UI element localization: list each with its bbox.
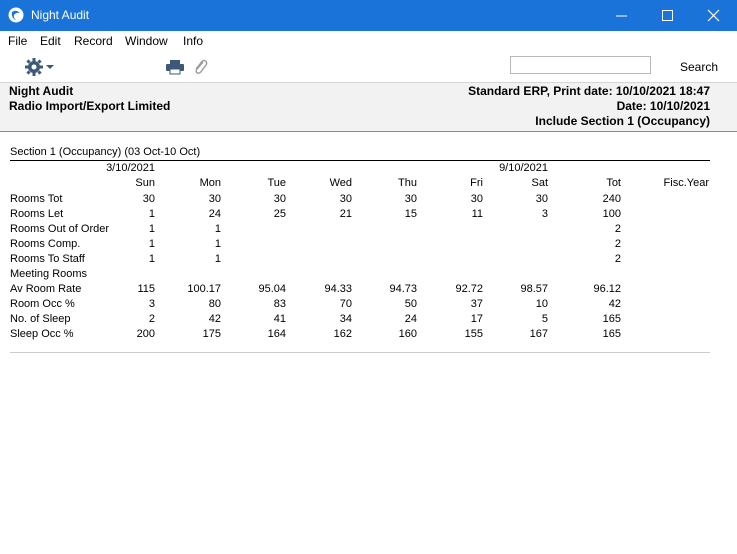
minimize-button[interactable]: [599, 0, 645, 31]
table-cell: 165: [602, 328, 621, 340]
report-end-divider: [10, 352, 710, 353]
report-date: Date: 10/10/2021: [616, 99, 710, 113]
report-name: Night Audit: [9, 84, 74, 98]
menu-record[interactable]: Record: [74, 34, 113, 48]
company-name: Radio Import/Export Limited: [9, 99, 171, 113]
table-cell: 2: [614, 253, 621, 265]
row-label: Meeting Rooms: [10, 268, 88, 280]
search-input[interactable]: [510, 56, 651, 74]
section-divider: [10, 160, 710, 161]
report-body: Section 1 (Occupancy) (03 Oct-10 Oct) 3/…: [0, 133, 737, 554]
table-cell: 96.12: [593, 283, 621, 295]
gear-icon[interactable]: [24, 57, 56, 77]
menu-edit[interactable]: Edit: [40, 34, 61, 48]
close-button[interactable]: [691, 0, 737, 31]
table-cell: 42: [608, 298, 621, 310]
table-cell: 2: [614, 238, 621, 250]
section-title: Section 1 (Occupancy) (03 Oct-10 Oct): [10, 146, 201, 158]
app-logo-icon: [8, 7, 24, 23]
table-cell: 240: [602, 193, 621, 205]
paperclip-icon[interactable]: [192, 58, 208, 76]
maximize-icon: [662, 10, 673, 21]
menu-window[interactable]: Window: [125, 34, 168, 48]
table-cell: 1: [214, 238, 221, 250]
table-cell: 1: [214, 253, 221, 265]
close-icon: [707, 9, 720, 22]
table-cell: 165: [602, 313, 621, 325]
report-section-option: Include Section 1 (Occupancy): [535, 114, 710, 128]
minimize-icon: [616, 15, 627, 17]
menu-file[interactable]: File: [8, 34, 27, 48]
printer-icon[interactable]: [165, 59, 185, 75]
table-cell: 2: [614, 223, 621, 235]
menu-info[interactable]: Info: [183, 34, 203, 48]
title-bar: Night Audit: [0, 0, 737, 31]
column-header: Fisc.Year: [663, 177, 709, 189]
maximize-button[interactable]: [645, 0, 691, 31]
menu-bar: File Edit Record Window Info: [0, 31, 737, 51]
toolbar: Search: [0, 51, 737, 83]
print-date: Standard ERP, Print date: 10/10/2021 18:…: [468, 84, 710, 98]
report-header: Night Audit Radio Import/Export Limited …: [0, 83, 737, 132]
table-cell: 100: [602, 208, 621, 220]
week-label-start: 3/10/2021: [106, 162, 155, 174]
week-label-end: 9/10/2021: [499, 162, 548, 174]
search-button[interactable]: Search: [680, 60, 718, 74]
table-cell: 1: [214, 223, 221, 235]
window-title: Night Audit: [31, 8, 90, 22]
